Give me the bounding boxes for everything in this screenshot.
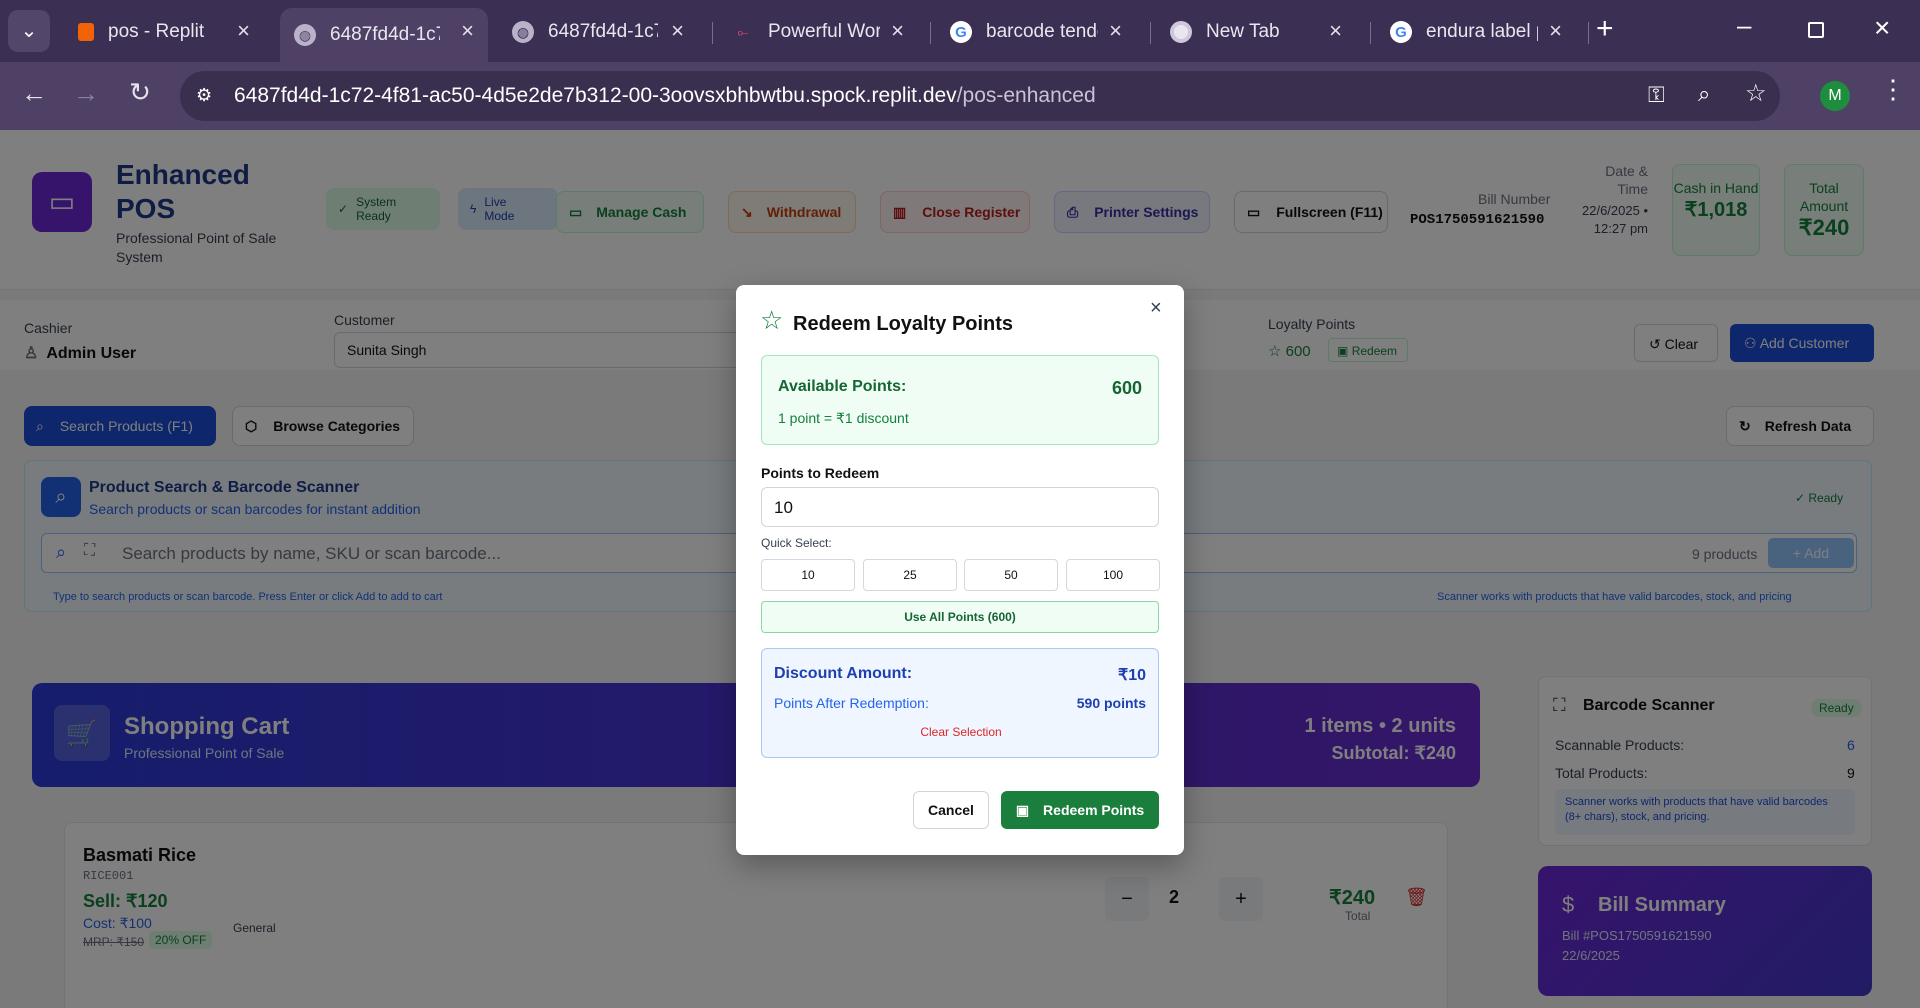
tab-replit[interactable]: pos - Replit ×	[64, 8, 264, 56]
tab-pos-enhanced-active[interactable]: ◍ 6487fd4d-1c7... ×	[280, 8, 488, 62]
forward-icon[interactable]: →	[68, 78, 104, 109]
tab-powerful-work[interactable]: ⟜ Powerful Work... ×	[718, 8, 918, 56]
quick-select-50[interactable]: 50	[964, 559, 1058, 591]
browser-toolbar: ← → ↻ ⚙ 6487fd4d-1c72-4f81-ac50-4d5e2de7…	[0, 62, 1920, 130]
tab-barcode[interactable]: G barcode tende... ×	[936, 8, 1136, 56]
star-icon: ☆	[760, 305, 784, 335]
close-tab-icon[interactable]: ×	[891, 18, 904, 44]
browser-tabstrip: ⌄ pos - Replit × ◍ 6487fd4d-1c7... × ◍ 6…	[0, 0, 1920, 62]
back-icon[interactable]: ←	[16, 78, 52, 109]
tab-endura[interactable]: G endura label p... ×	[1376, 8, 1576, 56]
redeem-points-button[interactable]: ▣ Redeem Points	[1001, 791, 1159, 829]
tab-separator	[930, 22, 931, 44]
tab-new-tab[interactable]: New Tab ×	[1156, 8, 1356, 56]
quick-select-100[interactable]: 100	[1066, 559, 1160, 591]
discount-summary-box: Discount Amount: ₹10 Points After Redemp…	[761, 648, 1159, 758]
workflow-icon: ⟜	[737, 23, 749, 40]
close-tab-icon[interactable]: ×	[237, 18, 250, 44]
close-tab-icon[interactable]: ×	[1549, 18, 1562, 44]
google-icon: G	[1390, 21, 1412, 43]
gift-icon: ▣	[1015, 801, 1030, 818]
replit-icon	[78, 23, 94, 41]
zoom-icon[interactable]: ⌕	[1698, 81, 1710, 107]
modal-close-icon[interactable]: ×	[1150, 297, 1162, 320]
chrome-icon	[1170, 21, 1192, 43]
address-bar[interactable]: ⚙ 6487fd4d-1c72-4f81-ac50-4d5e2de7b312-0…	[180, 71, 1780, 121]
globe-icon: ◍	[512, 21, 534, 43]
cancel-button[interactable]: Cancel	[913, 791, 989, 829]
tab-separator	[1370, 22, 1371, 44]
tab-search-button[interactable]: ⌄	[8, 10, 50, 52]
menu-kebab-icon[interactable]: ⋮	[1880, 76, 1906, 102]
reload-icon[interactable]: ↻	[122, 77, 158, 108]
close-tab-icon[interactable]: ×	[671, 18, 684, 44]
close-tab-icon[interactable]: ×	[1109, 18, 1122, 44]
available-points-box: Available Points: 600 1 point = ₹1 disco…	[761, 355, 1159, 445]
points-to-redeem-input[interactable]: 10	[761, 487, 1159, 527]
tab-pos-2[interactable]: ◍ 6487fd4d-1c7... ×	[498, 8, 698, 56]
quick-select-25[interactable]: 25	[863, 559, 957, 591]
bookmark-star-icon[interactable]: ☆	[1745, 79, 1767, 108]
site-info-icon[interactable]: ⚙	[196, 85, 212, 106]
clear-selection-link[interactable]: Clear Selection	[762, 725, 1160, 739]
globe-icon: ◍	[294, 24, 316, 46]
password-key-icon[interactable]: ⚿	[1648, 82, 1665, 108]
minimize-icon[interactable]: –	[1737, 10, 1751, 41]
profile-avatar[interactable]: M	[1820, 81, 1850, 111]
quick-select-10[interactable]: 10	[761, 559, 855, 591]
modal-title: Redeem Loyalty Points	[793, 313, 1014, 335]
redeem-loyalty-modal: ☆ Redeem Loyalty Points × Available Poin…	[736, 285, 1184, 855]
restore-icon[interactable]	[1808, 22, 1824, 38]
tab-separator	[1150, 22, 1151, 44]
close-tab-icon[interactable]: ×	[1329, 18, 1342, 44]
url-text: 6487fd4d-1c72-4f81-ac50-4d5e2de7b312-00-…	[234, 84, 1096, 107]
close-window-icon[interactable]: ×	[1874, 12, 1890, 44]
use-all-points-button[interactable]: Use All Points (600)	[761, 601, 1159, 633]
tab-separator	[1588, 22, 1589, 44]
google-icon: G	[950, 21, 972, 43]
new-tab-plus-icon[interactable]: +	[1596, 12, 1614, 46]
tab-separator	[712, 22, 713, 44]
close-tab-icon[interactable]: ×	[461, 18, 474, 44]
